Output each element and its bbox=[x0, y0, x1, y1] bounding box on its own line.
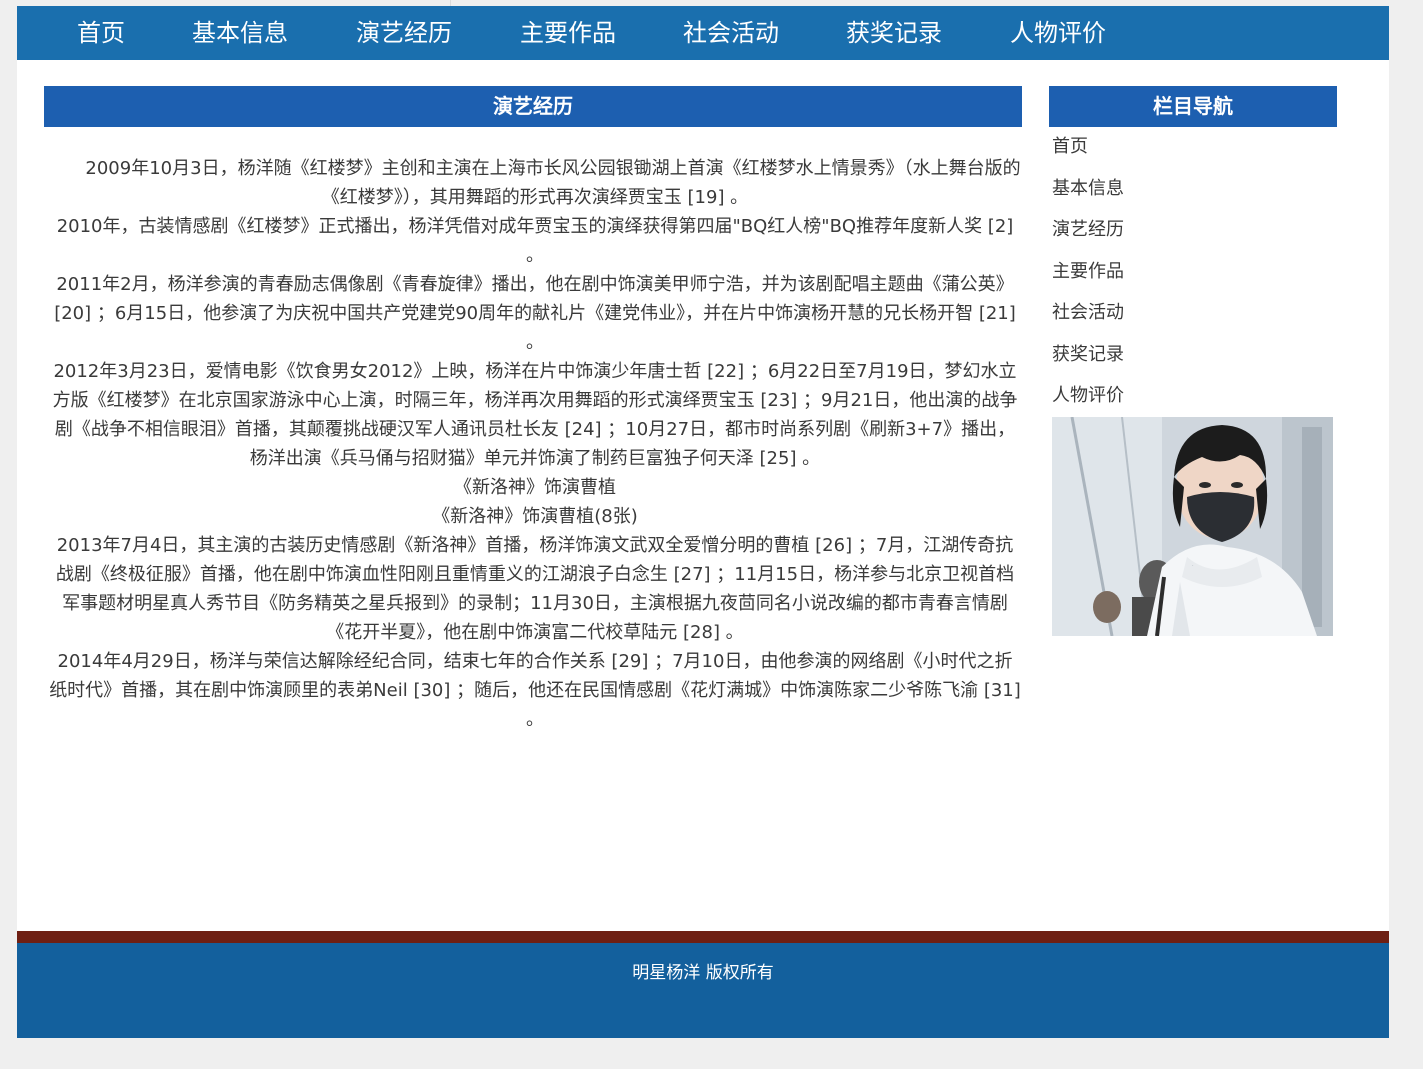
image-caption: 《新洛神》饰演曹植 bbox=[454, 477, 616, 498]
main-section-title: 演艺经历 bbox=[44, 86, 1022, 127]
sidebar-item-career[interactable]: 演艺经历 bbox=[1052, 213, 1124, 255]
sidebar-item-awards[interactable]: 获奖记录 bbox=[1052, 338, 1124, 380]
main-article: 2009年10月3日，杨洋随《红楼梦》主创和主演在上海市长风公园银锄湖上首演《红… bbox=[49, 154, 1021, 734]
nav-item-works[interactable]: 主要作品 bbox=[520, 6, 616, 60]
top-nav: 首页 基本信息 演艺经历 主要作品 社会活动 获奖记录 人物评价 bbox=[17, 6, 1389, 60]
nav-item-home[interactable]: 首页 bbox=[77, 6, 125, 60]
sidebar-item-social[interactable]: 社会活动 bbox=[1052, 296, 1124, 338]
nav-item-awards[interactable]: 获奖记录 bbox=[846, 6, 942, 60]
sidebar-item-reviews[interactable]: 人物评价 bbox=[1052, 379, 1124, 421]
footer: 明星杨洋 版权所有 bbox=[17, 943, 1389, 1038]
sidebar-nav: 首页 基本信息 演艺经历 主要作品 社会活动 获奖记录 人物评价 bbox=[1052, 130, 1124, 421]
page: 首页 基本信息 演艺经历 主要作品 社会活动 获奖记录 人物评价 演艺经历 20… bbox=[17, 6, 1389, 1038]
person-photo-illustration: · bbox=[1052, 417, 1333, 636]
sidebar-photo: · bbox=[1052, 417, 1333, 636]
article-paragraph: 2012年3月23日，爱情电影《饮食男女2012》上映，杨洋在片中饰演少年唐士哲… bbox=[52, 361, 1018, 469]
article-paragraph: 2013年7月4日，其主演的古装历史情感剧《新洛神》首播，杨洋饰演文武双全爱憎分… bbox=[55, 535, 1015, 643]
sidebar-item-home[interactable]: 首页 bbox=[1052, 130, 1124, 172]
article-paragraph: 2011年2月，杨洋参演的青春励志偶像剧《青春旋律》播出，他在剧中饰演美甲师宁浩… bbox=[54, 274, 1016, 353]
nav-item-career[interactable]: 演艺经历 bbox=[356, 6, 452, 60]
nav-item-basic-info[interactable]: 基本信息 bbox=[192, 6, 288, 60]
nav-item-social[interactable]: 社会活动 bbox=[683, 6, 779, 60]
copyright-text: 明星杨洋 版权所有 bbox=[632, 963, 774, 983]
nav-item-reviews[interactable]: 人物评价 bbox=[1010, 6, 1106, 60]
footer-divider bbox=[17, 931, 1389, 943]
article-paragraph: 2010年，古装情感剧《红楼梦》正式播出，杨洋凭借对成年贾宝玉的演绎获得第四届"… bbox=[56, 216, 1014, 266]
article-paragraph: 2009年10月3日，杨洋随《红楼梦》主创和主演在上海市长风公园银锄湖上首演《红… bbox=[85, 158, 1021, 208]
image-gallery-link[interactable]: 《新洛神》饰演曹植(8张) bbox=[49, 502, 1021, 531]
sidebar-title: 栏目导航 bbox=[1049, 86, 1337, 127]
sidebar-item-works[interactable]: 主要作品 bbox=[1052, 255, 1124, 297]
article-paragraph: 2014年4月29日，杨洋与荣信达解除经纪合同，结束七年的合作关系 [29] ；… bbox=[49, 651, 1021, 730]
sidebar-item-basic-info[interactable]: 基本信息 bbox=[1052, 172, 1124, 214]
